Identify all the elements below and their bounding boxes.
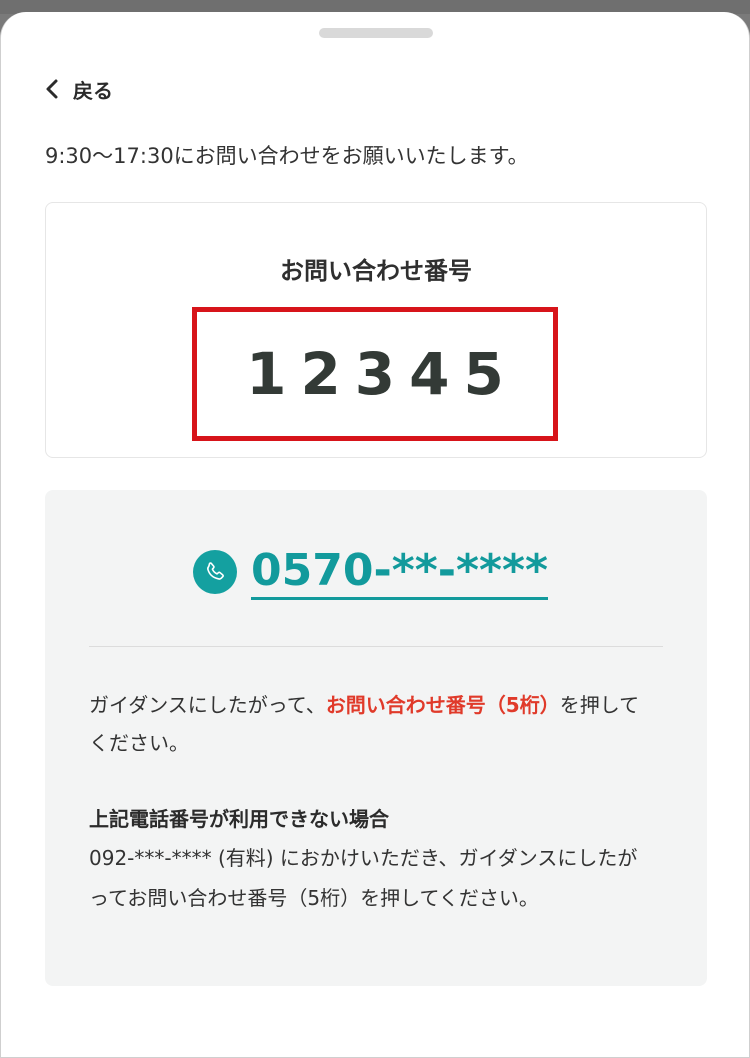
inquiry-number-card: お問い合わせ番号 12345 — [45, 202, 707, 458]
chevron-left-icon — [45, 78, 59, 100]
alt-contact-heading: 上記電話番号が利用できない場合 — [89, 807, 389, 831]
business-hours-notice: 9:30〜17:30にお問い合わせをお願いいたします。 — [45, 144, 529, 168]
sheet-grabber-handle[interactable] — [319, 28, 433, 38]
phone-row: 0570-**-**** — [193, 542, 549, 602]
bottom-sheet: 戻る 9:30〜17:30にお問い合わせをお願いいたします。 お問い合わせ番号 … — [0, 12, 750, 1058]
inquiry-number-title: お問い合わせ番号 — [280, 257, 472, 285]
inquiry-number-value: 12345 — [246, 340, 518, 408]
guide-accent: お問い合わせ番号（5桁） — [325, 693, 560, 717]
back-label: 戻る — [73, 78, 113, 103]
phone-number-link[interactable]: 0570-**-**** — [251, 545, 549, 600]
alt-contact-body: 092-***-**** (有料) におかけいただき、ガイダンスにしたがってお問… — [89, 846, 638, 910]
contact-info-card: 0570-**-**** ガイダンスにしたがって、お問い合わせ番号（5桁）を押し… — [45, 490, 707, 986]
inquiry-number-highlight-box: 12345 — [192, 307, 558, 441]
guide-prefix: ガイダンスにしたがって、 — [89, 693, 326, 717]
phone-icon — [193, 550, 237, 594]
guide-text: ガイダンスにしたがって、お問い合わせ番号（5桁）を押してください。 — [89, 686, 649, 762]
divider — [89, 646, 663, 647]
back-button[interactable]: 戻る — [45, 74, 113, 104]
